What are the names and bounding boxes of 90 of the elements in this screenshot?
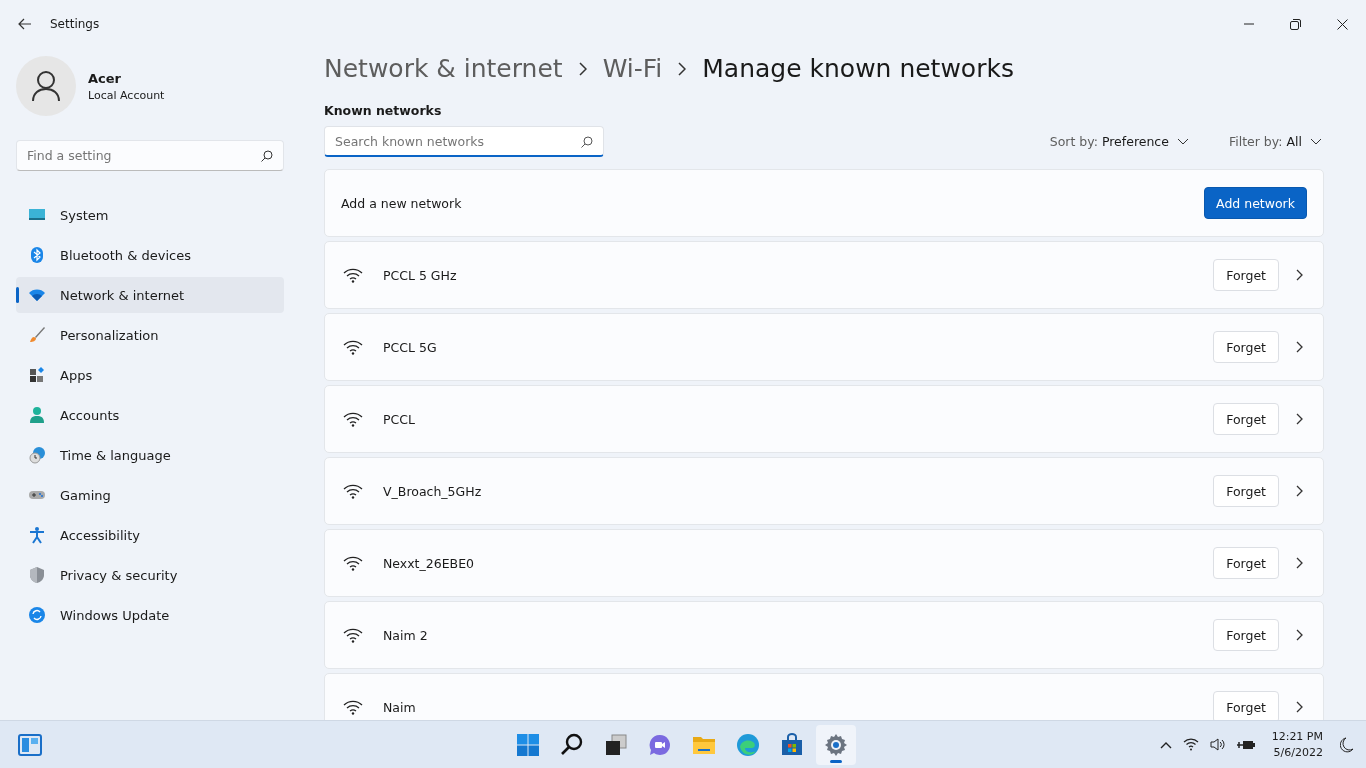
sort-dropdown[interactable]: Sort by: Preference: [1049, 134, 1189, 149]
sidebar-item[interactable]: Apps: [16, 357, 284, 393]
network-row[interactable]: Nexxt_26EBE0 Forget: [324, 529, 1324, 597]
accessibility-icon: [28, 526, 46, 544]
add-network-button[interactable]: Add network: [1204, 187, 1307, 219]
chevron-icon[interactable]: [1296, 413, 1303, 425]
network-name: V_Broach_5GHz: [383, 483, 482, 499]
shield-icon: [28, 566, 46, 584]
add-network-label: Add a new network: [341, 195, 462, 211]
forget-button[interactable]: Forget: [1213, 331, 1279, 363]
stacked-windows-icon: [604, 732, 628, 757]
speaker-icon[interactable]: [1209, 738, 1226, 751]
network-name: PCCL 5 GHz: [383, 267, 457, 283]
chevron-icon[interactable]: [1296, 557, 1303, 569]
search-icon: [560, 732, 584, 757]
bluetooth-icon: [28, 246, 46, 264]
sidebar-item[interactable]: Gaming: [16, 477, 284, 513]
search-icon: [261, 150, 273, 162]
moon-icon[interactable]: [1340, 736, 1354, 753]
browser-icon: [736, 732, 760, 757]
network-row[interactable]: Naim 2 Forget: [324, 601, 1324, 669]
forget-button[interactable]: Forget: [1213, 547, 1279, 579]
sidebar-item[interactable]: Accounts: [16, 397, 284, 433]
network-row[interactable]: V_Broach_5GHz Forget: [324, 457, 1324, 525]
sidebar-item[interactable]: Windows Update: [16, 597, 284, 633]
gear-icon: [824, 732, 848, 757]
network-name: Nexxt_26EBE0: [383, 555, 474, 571]
chevron-down-icon: [1310, 138, 1322, 145]
search-field[interactable]: Search known networks: [324, 126, 604, 157]
network-row[interactable]: PCCL 5G Forget: [324, 313, 1324, 381]
network-name: Naim: [383, 699, 416, 715]
forget-button[interactable]: Forget: [1213, 691, 1279, 720]
network-name: PCCL: [383, 411, 415, 427]
chevron-up-icon[interactable]: [1159, 740, 1172, 749]
breadcrumb-item[interactable]: Network & internet: [324, 54, 563, 83]
wifi-icon: [343, 483, 363, 499]
chat-camera-icon: [648, 732, 672, 757]
wifi-icon: [343, 339, 363, 355]
wifi-icon: [343, 411, 363, 427]
network-name: Naim 2: [383, 627, 428, 643]
battery-plug-icon[interactable]: [1236, 738, 1255, 751]
apps-icon: [28, 366, 46, 384]
sidebar-item[interactable]: Network & internet: [16, 277, 284, 313]
close-icon[interactable]: [1337, 18, 1348, 30]
forget-button[interactable]: Forget: [1213, 475, 1279, 507]
forget-button[interactable]: Forget: [1213, 619, 1279, 651]
widgets-icon[interactable]: [18, 733, 42, 756]
forget-button[interactable]: Forget: [1213, 259, 1279, 291]
network-name: PCCL 5G: [383, 339, 437, 355]
sidebar-item[interactable]: System: [16, 197, 284, 233]
chevron-icon: [678, 61, 687, 76]
chevron-down-icon: [1176, 138, 1189, 145]
back-icon[interactable]: [18, 18, 32, 30]
wifi-icon[interactable]: [1182, 738, 1199, 751]
globe-clock-icon: [28, 446, 46, 464]
wifi-icon: [343, 699, 363, 715]
sidebar-item[interactable]: Time & language: [16, 437, 284, 473]
search-icon: [581, 136, 593, 148]
refresh-icon: [28, 606, 46, 624]
chevron-icon[interactable]: [1296, 341, 1303, 353]
chevron-icon[interactable]: [1296, 269, 1303, 281]
search-field[interactable]: Find a setting: [16, 140, 284, 171]
breadcrumb-item[interactable]: Wi-Fi: [602, 54, 663, 83]
forget-button[interactable]: Forget: [1213, 403, 1279, 435]
network-row[interactable]: PCCL 5 GHz Forget: [324, 241, 1324, 309]
network-row[interactable]: PCCL Forget: [324, 385, 1324, 453]
start-icon: [516, 732, 540, 757]
person-icon: [28, 406, 46, 424]
breadcrumb-item: Manage known networks: [702, 54, 1014, 83]
brush-icon: [28, 326, 46, 344]
chevron-icon[interactable]: [1296, 629, 1303, 641]
chevron-icon[interactable]: [1296, 701, 1303, 713]
chevron-icon[interactable]: [1296, 485, 1303, 497]
network-row[interactable]: Naim Forget: [324, 673, 1324, 720]
restore-icon[interactable]: [1290, 18, 1301, 30]
sidebar-item[interactable]: Bluetooth & devices: [16, 237, 284, 273]
wifi-icon: [343, 267, 363, 283]
wifi-icon: [343, 627, 363, 643]
section-title: Known networks: [324, 103, 443, 118]
wifi-icon: [343, 555, 363, 571]
account-name: Acer: [88, 70, 122, 86]
sidebar-item[interactable]: Accessibility: [16, 517, 284, 553]
chevron-icon: [578, 61, 587, 76]
sidebar-item[interactable]: Personalization: [16, 317, 284, 353]
window-title: Settings: [50, 17, 100, 31]
shopping-bag-icon: [780, 732, 804, 757]
account-type: Local Account: [88, 88, 165, 102]
filter-dropdown[interactable]: Filter by: All: [1228, 134, 1322, 149]
clock[interactable]: 12:21 PM 5/6/2022: [1271, 728, 1323, 761]
sidebar-item[interactable]: Privacy & security: [16, 557, 284, 593]
